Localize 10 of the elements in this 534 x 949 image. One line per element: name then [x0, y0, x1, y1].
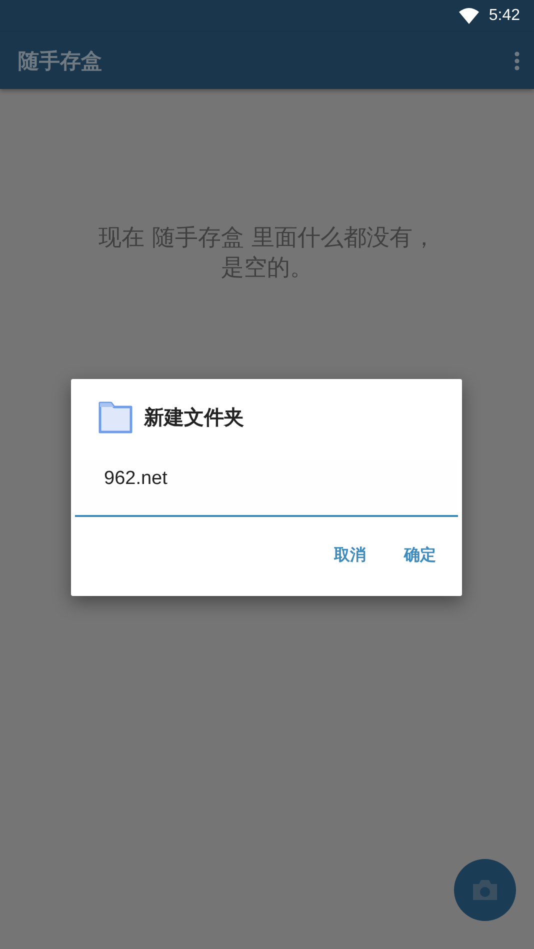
ok-button[interactable]: 确定 — [392, 537, 448, 574]
wifi-icon — [458, 8, 479, 24]
more-menu-icon[interactable] — [514, 50, 520, 70]
folder-icon — [98, 399, 134, 435]
dialog-title: 新建文件夹 — [144, 404, 244, 430]
status-time: 5:42 — [488, 7, 520, 25]
app-title: 随手存盒 — [18, 48, 102, 74]
folder-name-input[interactable]: 962.net — [104, 468, 424, 490]
camera-icon — [471, 878, 499, 902]
cancel-button[interactable]: 取消 — [322, 537, 378, 574]
